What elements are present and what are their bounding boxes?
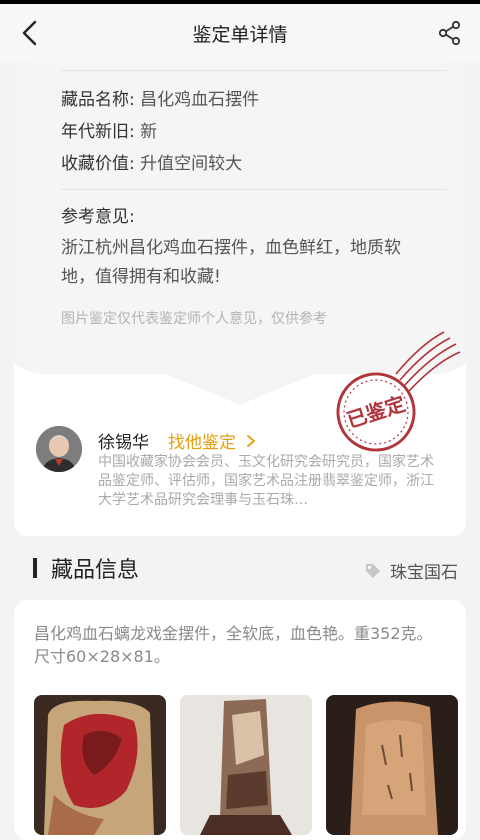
field-label: 收藏价值:: [61, 154, 141, 174]
photo-stone-2: [180, 695, 312, 835]
appraiser-name: 徐锡华: [98, 433, 149, 453]
field-label: 藏品名称:: [61, 90, 141, 110]
disclaimer: 图片鉴定仅代表鉴定师个人意见，仅供参考: [61, 311, 327, 327]
field-value: 新: [140, 122, 158, 142]
field-value-rating: 收藏价值: 升值空间较大: [61, 148, 259, 180]
field-label: 年代新旧:: [61, 122, 141, 142]
divider-middle: [61, 189, 447, 190]
item-photos: [34, 695, 458, 835]
opinion-title: 参考意见:: [61, 207, 135, 227]
find-appraiser-label: 找他鉴定: [168, 433, 236, 453]
chevron-right-icon: [247, 435, 256, 447]
opinion-text: 浙江杭州昌化鸡血石摆件，血色鲜红，地质软地，值得拥有和收藏!: [61, 238, 401, 287]
field-age: 年代新旧: 新: [61, 116, 259, 148]
field-value: 升值空间较大: [140, 154, 243, 174]
page-title: 鉴定单详情: [192, 23, 288, 46]
item-photo[interactable]: [34, 695, 166, 835]
appraiser-description: 中国收藏家协会会员、玉文化研究会研究员，国家艺术品鉴定师、评估师，国家艺术品注册…: [98, 454, 434, 508]
field-value: 昌化鸡血石摆件: [140, 90, 260, 110]
divider-top: [61, 70, 447, 71]
category-label: 珠宝国石: [390, 563, 458, 583]
photo-stone-3: [326, 695, 458, 835]
item-photo[interactable]: [326, 695, 458, 835]
appraisal-card: 藏品名称: 昌化鸡血石摆件 年代新旧: 新 收藏价值: 升值空间较大 参考意见:…: [14, 62, 466, 536]
item-description: 昌化鸡血石螭龙戏金摆件，全软底，血色艳。重352克。尺寸60×28×81。: [34, 624, 433, 666]
back-button[interactable]: [14, 17, 46, 49]
avatar[interactable]: [36, 426, 82, 472]
photo-stone-1: [34, 695, 166, 835]
collection-info-header: 藏品信息 珠宝国石: [0, 548, 480, 588]
section-accent-bar: [33, 558, 37, 578]
section-title: 藏品信息: [51, 558, 140, 583]
nav-bar: 鉴定单详情: [0, 4, 480, 62]
item-photo[interactable]: [180, 695, 312, 835]
report-fields: 藏品名称: 昌化鸡血石摆件 年代新旧: 新 收藏价值: 升值空间较大: [61, 84, 259, 180]
appraiser-info: 徐锡华 找他鉴定 中国收藏家协会会员、玉文化研究会研究员，国家艺术品鉴定师、评估…: [36, 424, 456, 524]
item-card: 昌化鸡血石螭龙戏金摆件，全软底，血色艳。重352克。尺寸60×28×81。: [14, 600, 466, 840]
field-name: 藏品名称: 昌化鸡血石摆件: [61, 84, 259, 116]
category-tag: 珠宝国石: [364, 558, 458, 583]
tag-icon: [366, 563, 380, 578]
avatar-image: [36, 426, 82, 472]
find-appraiser-link[interactable]: 找他鉴定: [168, 428, 257, 453]
chevron-left-icon: [22, 20, 37, 46]
share-icon: [438, 20, 461, 46]
share-button[interactable]: [434, 17, 466, 49]
